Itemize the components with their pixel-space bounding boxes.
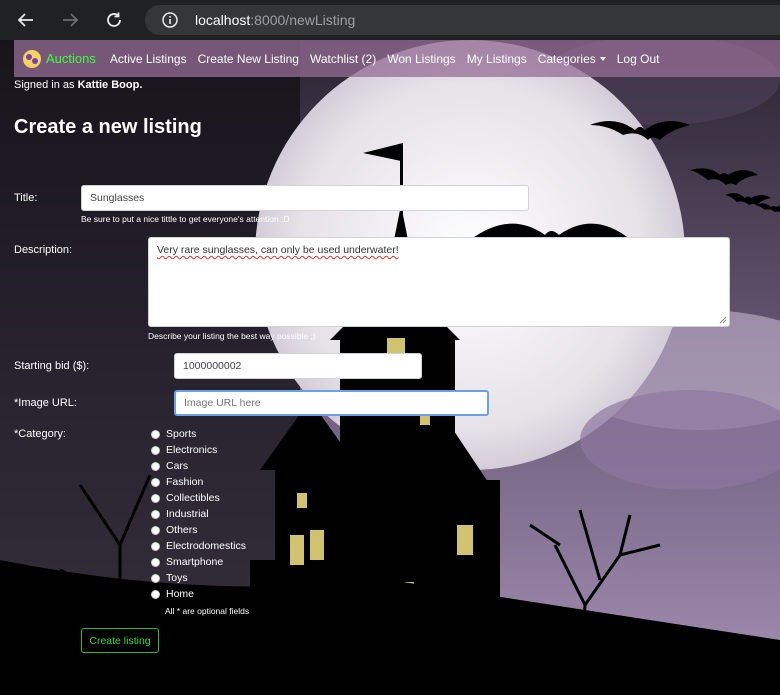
category-option-label: Electrodomestics xyxy=(166,540,246,552)
caret-down-icon xyxy=(599,57,606,62)
reload-button[interactable] xyxy=(100,6,128,34)
starting-bid-label: Starting bid ($): xyxy=(14,360,90,372)
radio-button[interactable] xyxy=(151,541,160,551)
category-option-home[interactable]: Home xyxy=(151,588,194,600)
category-option-others[interactable]: Others xyxy=(151,524,198,536)
category-option-label: Toys xyxy=(166,572,188,584)
description-textarea[interactable]: Very rare sunglasses, can only be used u… xyxy=(148,237,730,327)
signed-in-prefix: Signed in as xyxy=(14,79,75,91)
signed-in-text: Signed in as Kattie Boop. xyxy=(14,79,142,91)
category-option-smartphone[interactable]: Smartphone xyxy=(151,556,223,568)
optional-fields-note: All * are optional fields xyxy=(165,606,250,616)
title-label: Title: xyxy=(14,192,38,204)
category-option-industrial[interactable]: Industrial xyxy=(151,508,209,520)
radio-button[interactable] xyxy=(151,445,160,455)
radio-button[interactable] xyxy=(151,573,160,583)
brand-name: Auctions xyxy=(46,51,96,66)
category-option-label: Industrial xyxy=(166,508,209,520)
category-option-label: Sports xyxy=(166,428,197,440)
nav-create-listing[interactable]: Create New Listing xyxy=(198,52,299,66)
radio-button[interactable] xyxy=(151,509,160,519)
radio-button[interactable] xyxy=(151,557,160,567)
category-option-label: Fashion xyxy=(166,476,204,488)
starting-bid-input[interactable]: 1000000002 xyxy=(174,353,422,379)
category-option-label: Home xyxy=(166,588,195,600)
resize-handle-icon[interactable] xyxy=(719,316,727,324)
category-option-label: Others xyxy=(166,524,198,536)
nav-won-listings[interactable]: Won Listings xyxy=(387,52,455,66)
create-listing-button[interactable]: Create listing xyxy=(81,628,159,653)
back-button[interactable] xyxy=(12,6,40,34)
nav-my-listings[interactable]: My Listings xyxy=(467,52,527,66)
description-text: Very rare sunglasses, can only be used u… xyxy=(157,244,399,256)
category-option-label: Collectibles xyxy=(166,492,220,504)
category-option-electrodomestics[interactable]: Electrodomestics xyxy=(151,540,246,552)
category-option-label: Cars xyxy=(166,460,189,472)
address-bar[interactable]: localhost:8000/newListing xyxy=(145,5,780,35)
nav-log-out[interactable]: Log Out xyxy=(617,52,660,66)
category-option-sports[interactable]: Sports xyxy=(151,428,196,440)
category-option-label: Electronics xyxy=(166,444,218,456)
nav-categories-dropdown[interactable]: Categories xyxy=(538,52,606,66)
description-help: Describe your listing the best way possi… xyxy=(148,331,316,341)
browser-toolbar: localhost:8000/newListing xyxy=(0,0,780,40)
url-text: localhost:8000/newListing xyxy=(195,12,356,28)
arrow-right-icon xyxy=(63,13,79,27)
radio-button[interactable] xyxy=(151,461,160,471)
forward-button[interactable] xyxy=(56,6,84,34)
category-option-toys[interactable]: Toys xyxy=(151,572,188,584)
title-help: Be sure to put a nice tittle to get ever… xyxy=(81,214,290,224)
radio-button[interactable] xyxy=(151,525,160,535)
site-navbar: Auctions Active Listings Create New List… xyxy=(14,40,780,77)
nav-active-listings[interactable]: Active Listings xyxy=(110,52,187,66)
image-url-input[interactable]: Image URL here xyxy=(174,390,489,416)
category-option-cars[interactable]: Cars xyxy=(151,460,188,472)
category-option-electronics[interactable]: Electronics xyxy=(151,444,217,456)
image-url-label: *Image URL: xyxy=(14,397,77,409)
page-title: Create a new listing xyxy=(14,116,202,138)
radio-button[interactable] xyxy=(151,589,160,599)
arrow-left-icon xyxy=(17,13,33,27)
title-input[interactable]: Sunglasses xyxy=(81,185,529,211)
category-label: *Category: xyxy=(14,428,66,440)
radio-button[interactable] xyxy=(151,429,160,439)
description-label: Description: xyxy=(14,244,73,256)
info-icon[interactable] xyxy=(161,11,179,29)
nav-categories-label: Categories xyxy=(537,51,596,66)
signed-in-user: Kattie Boop. xyxy=(77,79,143,91)
brand-link[interactable]: Auctions xyxy=(22,49,96,69)
category-option-fashion[interactable]: Fashion xyxy=(151,476,203,488)
nav-watchlist[interactable]: Watchlist (2) xyxy=(310,52,376,66)
radio-button[interactable] xyxy=(151,477,160,487)
category-option-label: Smartphone xyxy=(166,556,224,568)
auctions-logo-icon xyxy=(23,49,41,68)
category-option-collectibles[interactable]: Collectibles xyxy=(151,492,220,504)
reload-icon xyxy=(107,12,121,27)
radio-button[interactable] xyxy=(151,493,160,503)
